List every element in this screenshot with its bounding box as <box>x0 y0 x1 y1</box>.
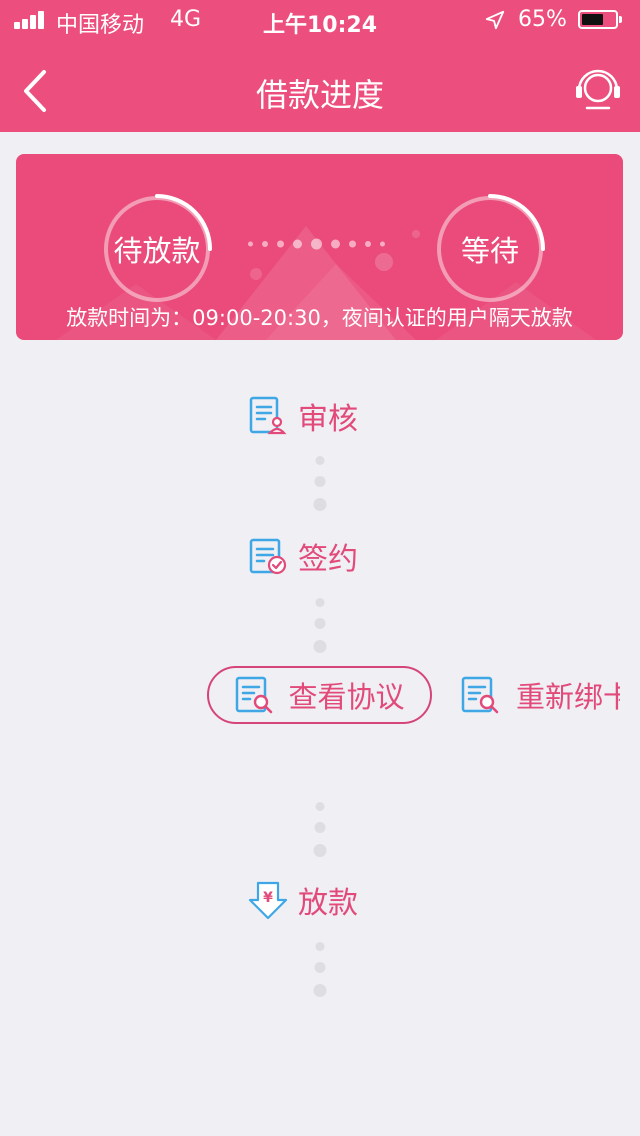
step-sign: 签约 <box>248 534 358 578</box>
step-connector <box>310 452 330 512</box>
status-banner: 待放款 等待 放款时间为：09:00-20:30，夜间认证的用户隔天放款 <box>16 154 623 340</box>
document-search-icon <box>461 676 499 714</box>
yuan-arrow-down-icon: ¥ <box>248 881 288 920</box>
step-review-label: 审核 <box>298 402 358 437</box>
step-sign-label: 签约 <box>298 542 358 577</box>
location-arrow-icon <box>485 10 505 30</box>
step-release-label: 放款 <box>298 886 358 921</box>
progress-arc-icon <box>488 194 545 251</box>
view-protocol-label: 查看协议 <box>288 680 405 714</box>
step-connector <box>310 594 330 654</box>
step-connector <box>310 938 330 998</box>
status-bar: 中国移动 4G 上午10:24 65% <box>0 0 640 40</box>
progress-dots <box>248 238 392 250</box>
page-title: 借款进度 <box>255 76 384 114</box>
document-search-icon <box>236 676 273 714</box>
step-release: ¥ 放款 <box>248 878 358 922</box>
header-bar: 中国移动 4G 上午10:24 65% 借款进度 <box>0 0 640 132</box>
step-connector <box>310 800 330 860</box>
document-user-icon <box>249 396 287 435</box>
step-review: 审核 <box>248 394 358 438</box>
rebind-card-label: 重新绑卡 <box>516 680 620 714</box>
battery-icon <box>578 10 622 29</box>
battery-percent: 65% <box>518 7 567 32</box>
progress-arc-icon <box>155 194 212 251</box>
headset-icon[interactable] <box>572 64 624 116</box>
document-check-icon <box>249 538 287 575</box>
release-time-note: 放款时间为：09:00-20:30，夜间认证的用户隔天放款 <box>66 306 573 330</box>
view-protocol-button[interactable]: 查看协议 <box>207 666 432 724</box>
rebind-card-button[interactable]: 重新绑卡 <box>460 666 620 724</box>
svg-text:¥: ¥ <box>263 890 273 906</box>
